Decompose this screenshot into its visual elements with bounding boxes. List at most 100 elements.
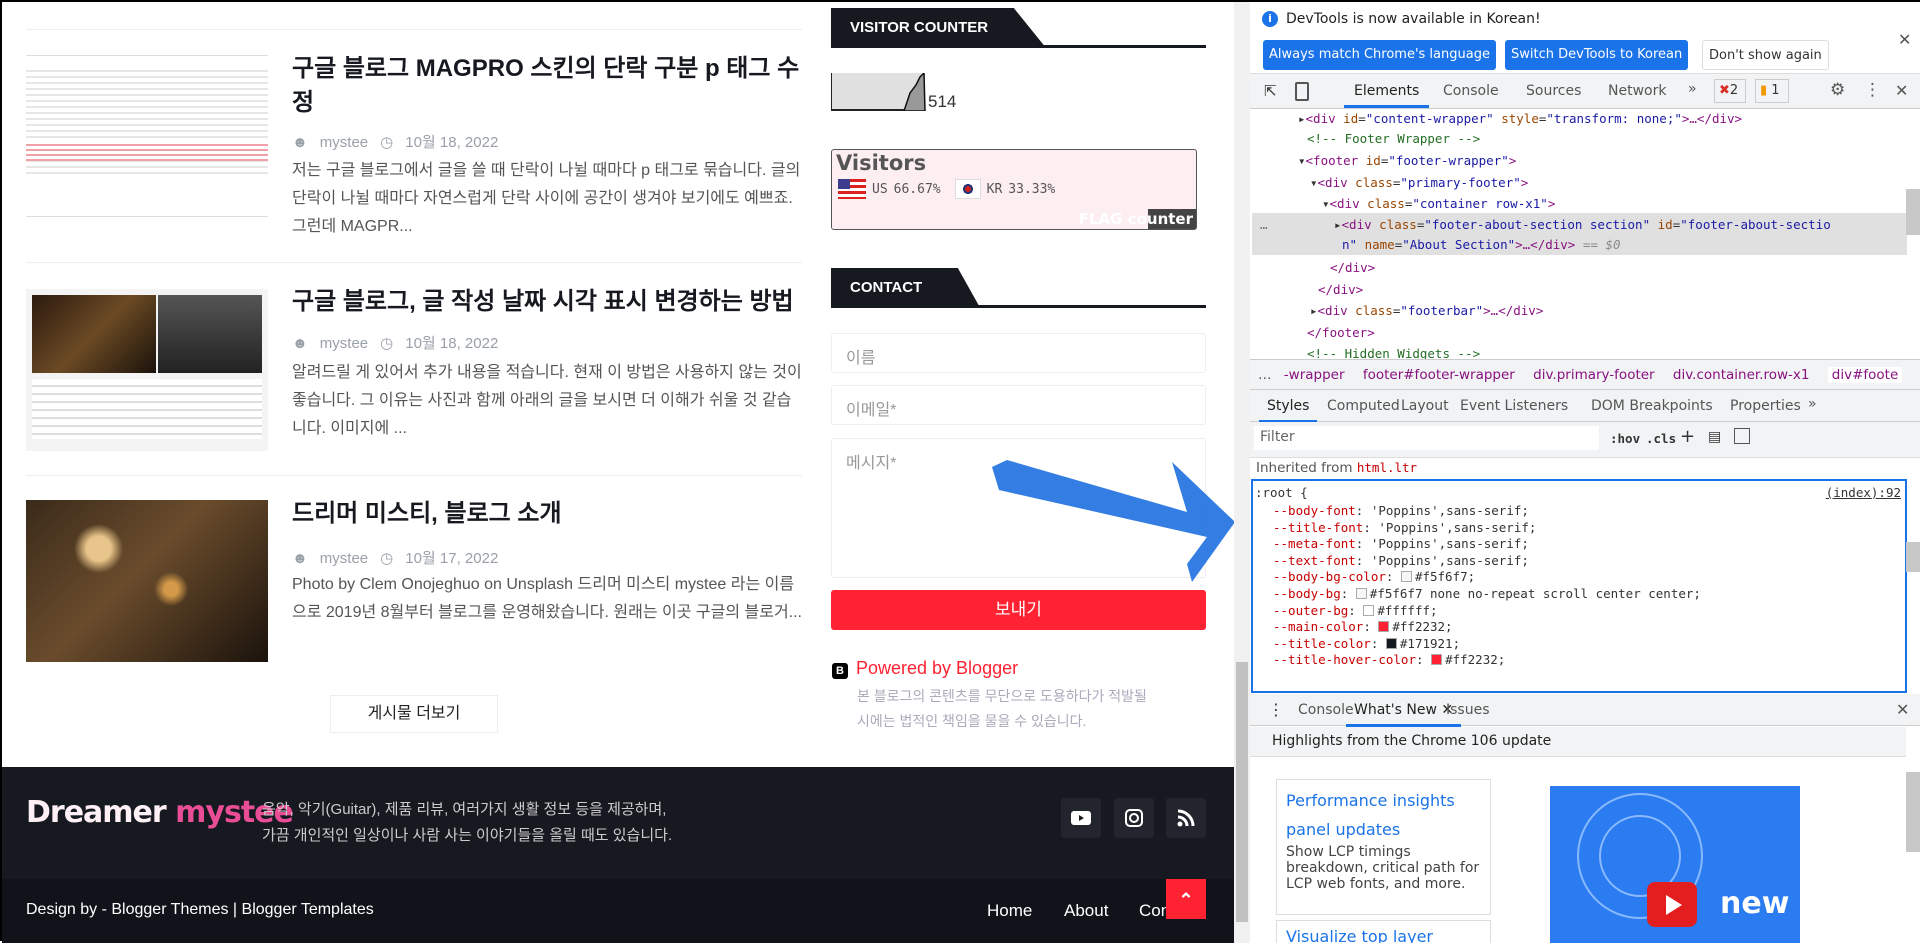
css-property[interactable]: --body-bg: #f5f6f7 none no-repeat scroll… (1273, 586, 1701, 601)
tab-dom-breakpoints[interactable]: DOM Breakpoints (1591, 398, 1713, 414)
css-property[interactable]: --outer-bg: #ffffff; (1273, 603, 1438, 618)
breadcrumb-item[interactable]: -wrapper (1284, 367, 1345, 383)
color-swatch[interactable] (1378, 621, 1390, 633)
dom-node[interactable]: ▾<div class="primary-footer"> (1310, 175, 1528, 190)
css-property[interactable]: --title-color: #171921; (1273, 636, 1460, 651)
errors-badge[interactable]: ✖2 (1714, 79, 1746, 103)
post-thumbnail[interactable] (26, 500, 268, 662)
css-rule-root[interactable]: :root { (index):92 --body-font: 'Poppins… (1251, 479, 1907, 693)
css-property[interactable]: --meta-font: 'Poppins',sans-serif; (1273, 536, 1529, 551)
dom-node[interactable]: ▾<div class="container row-x1"> (1322, 196, 1555, 211)
sidebar-toggle-icon[interactable] (1734, 428, 1750, 444)
drawer-menu-icon[interactable]: ⋮ (1268, 700, 1284, 719)
visitor-count: 514 (928, 92, 957, 111)
kebab-menu-icon[interactable]: ⋮ (1864, 80, 1881, 100)
drawer-tab-issues[interactable]: Issues (1446, 702, 1490, 718)
gear-icon[interactable]: ⚙ (1830, 80, 1845, 100)
post-author: mystee (319, 134, 369, 151)
tab-computed[interactable]: Computed (1327, 398, 1400, 414)
dom-node[interactable]: ▸<div id="content-wrapper" style="transf… (1298, 111, 1742, 126)
more-tabs-icon[interactable]: » (1688, 81, 1697, 97)
breadcrumb-item[interactable]: div.container.row-x1 (1673, 367, 1810, 383)
breadcrumb-item[interactable]: div#foote (1827, 367, 1903, 383)
tab-event-listeners[interactable]: Event Listeners (1460, 398, 1568, 414)
css-property[interactable]: --title-hover-color: #ff2232; (1273, 652, 1505, 667)
post-thumbnail[interactable] (26, 55, 268, 217)
color-swatch[interactable] (1363, 604, 1375, 616)
inspect-icon[interactable]: ⇱ (1264, 82, 1277, 100)
widget-header: CONTACT (831, 268, 1206, 308)
flag-counter[interactable]: Visitors US 66.67% KR 33.33% FLAG counte… (831, 149, 1197, 230)
powered-by-link[interactable]: Powered by Blogger (856, 658, 1018, 679)
post-date: 10월 18, 2022 (405, 134, 499, 151)
css-property[interactable]: --body-font: 'Poppins',sans-serif; (1273, 503, 1529, 518)
more-tabs-icon[interactable]: » (1808, 396, 1817, 412)
footer-logo[interactable]: Dreamer mystee (26, 795, 294, 830)
dom-node-selected[interactable]: ▸<div class="footer-about-section sectio… (1334, 217, 1831, 232)
drawer-scrollbar[interactable] (1906, 772, 1920, 852)
color-swatch[interactable] (1400, 571, 1412, 583)
match-language-button[interactable]: Always match Chrome's language (1263, 40, 1496, 70)
color-swatch[interactable] (1355, 588, 1367, 599)
css-property[interactable]: --text-font: 'Poppins',sans-serif; (1273, 553, 1529, 568)
whats-new-heading: Highlights from the Chrome 106 update (1250, 727, 1906, 757)
css-property[interactable]: --body-bg-color: #f5f6f7; (1273, 569, 1475, 584)
rss-icon[interactable] (1166, 798, 1206, 838)
user-icon: ☻ (292, 335, 308, 352)
warnings-badge[interactable]: ▮ 1 (1755, 79, 1789, 103)
dont-show-button[interactable]: Don't show again (1702, 40, 1829, 70)
ellipsis-icon[interactable]: … (1260, 217, 1268, 232)
post-title[interactable]: 구글 블로그 MAGPRO 스킨의 단락 구분 p 태그 수정 (292, 52, 802, 120)
language-notice: i DevTools is now available in Korean! A… (1250, 2, 1920, 74)
notice-text: DevTools is now available in Korean! (1286, 11, 1541, 27)
load-more-button[interactable]: 게시물 더보기 (330, 695, 498, 733)
styles-scrollbar[interactable] (1906, 542, 1920, 572)
hov-toggle[interactable]: :hov (1610, 431, 1640, 446)
us-flag-icon (838, 179, 866, 199)
breadcrumb-item[interactable]: footer#footer-wrapper (1363, 367, 1515, 383)
css-property[interactable]: --title-font: 'Poppins',sans-serif; (1273, 520, 1536, 535)
youtube-icon[interactable] (1061, 798, 1101, 838)
dom-node[interactable]: ▾<footer id="footer-wrapper"> (1298, 153, 1516, 168)
tab-console[interactable]: Console (1443, 83, 1499, 99)
footer-nav-home[interactable]: Home (987, 901, 1032, 921)
paint-brush-icon[interactable]: ▤ (1708, 429, 1721, 445)
tab-sources[interactable]: Sources (1526, 83, 1581, 99)
color-swatch[interactable] (1385, 637, 1397, 649)
post-title[interactable]: 구글 블로그, 글 작성 날짜 시각 표시 변경하는 방법 (292, 285, 802, 319)
tab-elements[interactable]: Elements (1344, 83, 1430, 108)
feature-card[interactable]: Visualize top layer (1276, 920, 1491, 943)
dom-node[interactable]: ▸<div class="footerbar">…</div> (1310, 303, 1543, 318)
footer-credit[interactable]: Design by - Blogger Themes | Blogger Tem… (26, 901, 374, 919)
tab-properties[interactable]: Properties (1730, 398, 1801, 414)
color-swatch[interactable] (1431, 654, 1443, 666)
close-drawer-icon[interactable]: ✕ (1896, 700, 1909, 719)
tab-styles[interactable]: Styles (1259, 398, 1318, 423)
styles-filter-bar: Filter :hov .cls + ▤ (1250, 422, 1920, 458)
elements-scrollbar[interactable] (1906, 189, 1920, 235)
video-thumbnail[interactable]: new (1550, 786, 1800, 943)
post-title[interactable]: 드리머 미스티, 블로그 소개 (292, 497, 802, 531)
breadcrumb-item[interactable]: div.primary-footer (1533, 367, 1654, 383)
switch-korean-button[interactable]: Switch DevTools to Korean (1505, 40, 1689, 70)
post-thumbnail[interactable] (26, 289, 268, 451)
filter-input[interactable]: Filter (1254, 426, 1599, 450)
tab-network[interactable]: Network (1608, 83, 1666, 99)
rule-source-link[interactable]: (index):92 (1826, 485, 1901, 500)
close-icon[interactable]: ✕ (1898, 30, 1911, 49)
drawer-tab-whats-new[interactable]: What's New ✕ (1346, 702, 1462, 727)
back-to-top-button[interactable]: ⌃ (1166, 879, 1206, 919)
feature-card[interactable]: Performance insights panel updates Show … (1276, 779, 1491, 915)
cls-toggle[interactable]: .cls (1646, 431, 1676, 446)
page-scrollbar[interactable] (1234, 2, 1250, 943)
flag-counter-title: Visitors (836, 151, 927, 175)
email-input[interactable]: 이메일* (831, 385, 1206, 425)
add-rule-icon[interactable]: + (1680, 426, 1695, 447)
footer-nav-about[interactable]: About (1064, 901, 1108, 921)
close-devtools-icon[interactable]: ✕ (1895, 81, 1908, 100)
device-toggle-icon[interactable] (1295, 82, 1309, 101)
instagram-icon[interactable] (1114, 798, 1154, 838)
tab-layout[interactable]: Layout (1401, 398, 1449, 414)
name-input[interactable]: 이름 (831, 333, 1206, 373)
css-property[interactable]: --main-color: #ff2232; (1273, 619, 1453, 634)
